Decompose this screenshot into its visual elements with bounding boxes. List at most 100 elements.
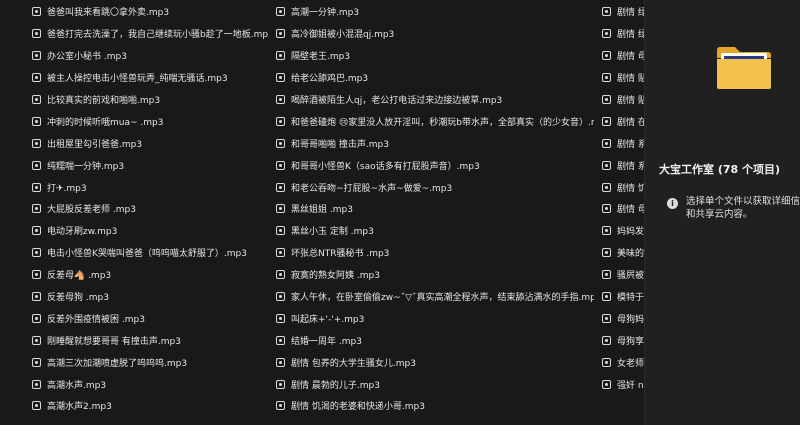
file-name: 强奸 n xyxy=(617,380,644,391)
file-item[interactable]: 和老公吞吻~打屁股~水声~做爱~.mp3 xyxy=(276,176,594,198)
file-item[interactable]: 办公室小秘书 .mp3 xyxy=(32,45,268,67)
file-item[interactable]: 坏张总NTR骚秘书 .mp3 xyxy=(276,242,594,264)
file-name: 电动牙刷zw.mp3 xyxy=(47,227,118,238)
audio-file-icon xyxy=(32,379,41,389)
file-item[interactable]: 反差母狗 .mp3 xyxy=(32,286,268,308)
file-item[interactable]: 冲刺的时候听哦mua~ .mp3 xyxy=(32,110,268,132)
file-item[interactable]: 剧情 晨勃的儿子.mp3 xyxy=(276,373,594,395)
file-name: 坏张总NTR骚秘书 .mp3 xyxy=(291,249,390,260)
file-item[interactable]: 隔壁老王.mp3 xyxy=(276,45,594,67)
file-item[interactable]: 美味的 xyxy=(602,242,644,264)
file-item[interactable]: 剧情 母 xyxy=(602,198,644,220)
file-name: 妈妈发 xyxy=(617,227,644,238)
file-item[interactable]: 爸爸打完去洗澡了，我自己继续玩小骚b趁了一地板.mp3 xyxy=(32,23,268,45)
file-item[interactable]: 高潮水声2.mp3 xyxy=(32,395,268,417)
info-icon: i xyxy=(667,198,678,209)
file-item[interactable]: 结婚一周年 .mp3 xyxy=(276,329,594,351)
file-name: 骚屄被 xyxy=(617,271,644,282)
file-item[interactable]: 高潮一分钟.mp3 xyxy=(276,1,594,23)
audio-file-icon xyxy=(32,270,41,280)
file-item[interactable]: 剧情 在 xyxy=(602,110,644,132)
file-name: 冲刺的时候听哦mua~ .mp3 xyxy=(47,117,164,128)
file-name: 反差外围疫情被困 .mp3 xyxy=(47,314,145,325)
file-item[interactable]: 妈妈发 xyxy=(602,220,644,242)
audio-file-icon xyxy=(276,29,285,39)
audio-file-icon xyxy=(32,73,41,83)
file-item[interactable]: 剧情 系 xyxy=(602,132,644,154)
file-item[interactable]: 出租屋里勾引爸爸.mp3 xyxy=(32,132,268,154)
file-name: 剧情 系 xyxy=(617,161,644,172)
file-item[interactable]: 比较真实的前戏和啪啪.mp3 xyxy=(32,89,268,111)
file-item[interactable]: 反差外围疫情被困 .mp3 xyxy=(32,307,268,329)
file-item[interactable]: 女老师 xyxy=(602,351,644,373)
file-item[interactable]: 和哥哥小怪兽K（sao话多有打屁股声音）.mp3 xyxy=(276,154,594,176)
audio-file-icon xyxy=(602,116,611,126)
file-item[interactable]: 剧情 饥渴的老婆和快递小哥.mp3 xyxy=(276,395,594,417)
file-item[interactable]: 黑丝小玉 定制 .mp3 xyxy=(276,220,594,242)
audio-file-icon xyxy=(276,116,285,126)
file-item[interactable]: 剧情 包养的大学生骚女儿.mp3 xyxy=(276,351,594,373)
file-item[interactable]: 剧情 贴 xyxy=(602,89,644,111)
file-name: 剧情 包养的大学生骚女儿.mp3 xyxy=(291,358,416,369)
file-item[interactable]: 家人午休，在卧室偷偷zw~ˇ▽ˇ真实高潮全程水声，结束舔沾满水的手指.mp3 xyxy=(276,286,594,308)
file-name: 电击小怪兽K哭喘叫爸爸（呜呜喵太舒服了）.mp3 xyxy=(47,249,247,260)
file-item[interactable]: 高潮水声.mp3 xyxy=(32,373,268,395)
file-item[interactable]: 骚屄被 xyxy=(602,264,644,286)
audio-file-icon xyxy=(602,335,611,345)
file-item[interactable]: 剧情 贴 xyxy=(602,67,644,89)
file-item[interactable]: 剧情 绿 xyxy=(602,23,644,45)
file-item[interactable]: 高潮三次加潮喷虚脱了呜呜呜.mp3 xyxy=(32,351,268,373)
file-item[interactable]: 强奸 n xyxy=(602,373,644,395)
file-name: 爸爸打完去洗澡了，我自己继续玩小骚b趁了一地板.mp3 xyxy=(47,30,268,41)
file-name: 黑丝姐姐 .mp3 xyxy=(291,205,353,216)
file-item[interactable]: 打✈.mp3 xyxy=(32,176,268,198)
file-item[interactable]: 母狗妈 xyxy=(602,307,644,329)
audio-file-icon xyxy=(276,357,285,367)
file-item[interactable]: 电动牙刷zw.mp3 xyxy=(32,220,268,242)
file-item[interactable]: 刚睡醒就想要哥哥 有撞击声.mp3 xyxy=(32,329,268,351)
file-name: 剧情 贴 xyxy=(617,74,644,85)
file-name: 高潮一分钟.mp3 xyxy=(291,8,360,19)
file-item[interactable]: 模特于 xyxy=(602,286,644,308)
audio-file-icon xyxy=(276,248,285,258)
file-item[interactable]: 反差母🐴 .mp3 xyxy=(32,264,268,286)
audio-file-icon xyxy=(32,95,41,104)
audio-file-icon xyxy=(276,204,285,214)
file-item[interactable]: 被主人操控电击小怪兽玩弄_纯喘无骚话.mp3 xyxy=(32,67,268,89)
file-item[interactable]: 给老公舔鸡巴.mp3 xyxy=(276,67,594,89)
file-item[interactable]: 叫起床+'-'+.mp3 xyxy=(276,307,594,329)
file-name: 喝醉酒被陌生人qj，老公打电话过来边接边被草.mp3 xyxy=(291,96,503,106)
audio-file-icon xyxy=(602,29,611,39)
audio-file-icon xyxy=(602,270,611,280)
file-name: 大屁股反差老师 .mp3 xyxy=(47,205,136,216)
file-item[interactable]: 纯糯喘一分钟.mp3 xyxy=(32,154,268,176)
audio-file-icon xyxy=(32,292,41,302)
audio-file-icon xyxy=(602,182,611,192)
file-item[interactable]: 剧情 系 xyxy=(602,154,644,176)
file-name: 爸爸叫我来看跳〇拿外卖.mp3 xyxy=(47,8,170,19)
file-item[interactable]: 高冷御姐被小混混qj.mp3 xyxy=(276,23,594,45)
file-item[interactable]: 剧情 饥 xyxy=(602,176,644,198)
audio-file-icon xyxy=(276,226,285,236)
file-item[interactable]: 喝醉酒被陌生人qj，老公打电话过来边接边被草.mp3 xyxy=(276,89,594,111)
file-item[interactable]: 剧情 绿 xyxy=(602,1,644,23)
file-item[interactable]: 和哥哥啪啪 撞击声.mp3 xyxy=(276,132,594,154)
file-item[interactable]: 剧情 母 xyxy=(602,45,644,67)
audio-file-icon xyxy=(32,138,41,148)
file-item[interactable]: 和爸爸磕炮 😢家里没人放开淫叫，秒潮玩b带水声，全部真实（的少女音）.mp3 xyxy=(276,110,594,132)
file-name: 反差母狗 .mp3 xyxy=(47,293,109,304)
file-name: 出租屋里勾引爸爸.mp3 xyxy=(47,139,143,150)
audio-file-icon xyxy=(276,160,285,170)
audio-file-icon xyxy=(32,357,41,367)
file-name: 美味的 xyxy=(617,249,644,260)
file-item[interactable]: 爸爸叫我来看跳〇拿外卖.mp3 xyxy=(32,1,268,23)
file-name: 高潮三次加潮喷虚脱了呜呜呜.mp3 xyxy=(47,358,188,369)
file-name: 高潮水声.mp3 xyxy=(47,380,107,391)
file-item[interactable]: 母狗享 xyxy=(602,329,644,351)
audio-file-icon xyxy=(276,313,285,323)
file-name: 比较真实的前戏和啪啪.mp3 xyxy=(47,96,161,106)
file-item[interactable]: 大屁股反差老师 .mp3 xyxy=(32,198,268,220)
file-item[interactable]: 寂寞的熟女阿姨 .mp3 xyxy=(276,264,594,286)
file-item[interactable]: 黑丝姐姐 .mp3 xyxy=(276,198,594,220)
file-item[interactable]: 电击小怪兽K哭喘叫爸爸（呜呜喵太舒服了）.mp3 xyxy=(32,242,268,264)
